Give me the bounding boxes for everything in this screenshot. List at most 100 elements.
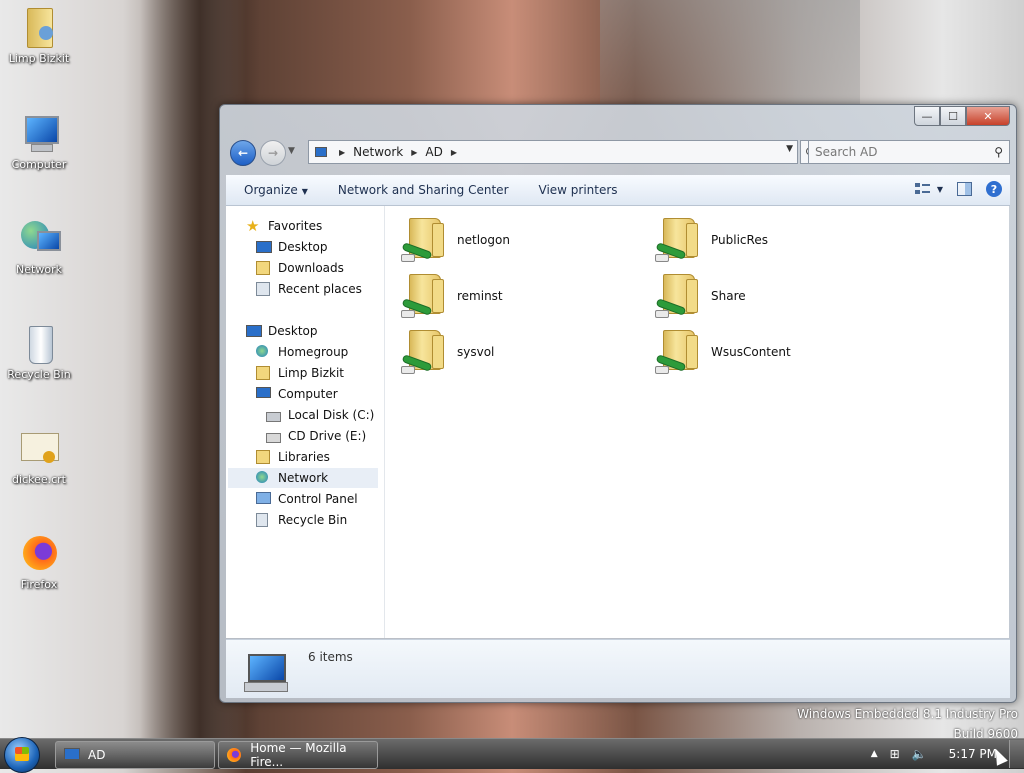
tree-item-label: Local Disk (C:) (288, 408, 375, 422)
network-sharing-center-button[interactable]: Network and Sharing Center (338, 183, 509, 197)
show-desktop-button[interactable] (1009, 740, 1024, 768)
help-icon[interactable]: ? (986, 181, 1002, 197)
organize-label: Organize (244, 183, 298, 197)
tree-item-label: Recent places (278, 282, 362, 296)
desktop-icon-limp-bizkit[interactable]: Limp Bizkit (4, 6, 74, 65)
navigation-bar: ← → ▼ ▶ Network ▶ AD ▶ ▼ ⟳ Search AD ⚲ (228, 139, 1010, 166)
tree-item-desktop[interactable]: Desktop (246, 321, 318, 341)
item-count: 6 items (308, 650, 353, 664)
tree-item-computer[interactable]: Computer (256, 384, 338, 404)
desktop-icon-computer[interactable]: Computer (4, 112, 74, 171)
breadcrumb-separator-icon[interactable]: ▶ (411, 148, 417, 157)
certificate-icon (17, 427, 61, 471)
user-folder-icon (256, 366, 272, 380)
maximize-button[interactable]: ☐ (940, 106, 966, 126)
file-name: reminst (457, 289, 503, 303)
breadcrumb-ad[interactable]: AD (425, 145, 442, 159)
tree-item-network[interactable]: Network (228, 468, 378, 488)
file-name: PublicRes (711, 233, 768, 247)
file-list: netlogon PublicRes reminst Share sysvol … (385, 206, 1009, 638)
tree-item-label: Network (278, 471, 329, 485)
taskbar-item-label: AD (88, 748, 106, 762)
tree-item-label: Desktop (278, 240, 328, 254)
forward-button[interactable]: → (260, 140, 286, 166)
breadcrumb-separator-icon[interactable]: ▶ (451, 148, 457, 157)
shared-folder-sysvol[interactable]: sysvol (401, 328, 494, 376)
shared-folder-publicres[interactable]: PublicRes (655, 216, 768, 264)
arrow-left-icon: ← (237, 146, 249, 160)
shared-folder-netlogon[interactable]: netlogon (401, 216, 510, 264)
tree-item-control-panel[interactable]: Control Panel (256, 489, 358, 509)
window-controls: — ☐ ✕ (914, 106, 1010, 126)
desktop-icon-recycle-bin[interactable]: Recycle Bin (4, 322, 74, 381)
minimize-button[interactable]: — (914, 106, 940, 126)
recycle-bin-icon (17, 322, 61, 366)
tree-item-favorites[interactable]: ★ Favorites (246, 216, 322, 236)
search-icon: ⚲ (994, 145, 1003, 159)
tree-item-downloads[interactable]: Downloads (256, 258, 344, 278)
search-input[interactable]: Search AD (815, 145, 994, 159)
tree-item-desktop-fav[interactable]: Desktop (256, 237, 328, 257)
star-icon: ★ (246, 217, 260, 235)
view-printers-button[interactable]: View printers (539, 183, 618, 197)
command-bar-right: ▼ ? (914, 181, 1002, 197)
address-dropdown-icon[interactable]: ▼ (786, 144, 793, 154)
taskbar-item-label: Home — Mozilla Fire... (250, 741, 347, 769)
shared-folder-icon (655, 216, 705, 264)
tree-item-label: Recycle Bin (278, 513, 348, 527)
shared-folder-share[interactable]: Share (655, 272, 746, 320)
taskbar: AD Home — Mozilla Fire... ▲ ⊞ 🔈 5:17 PM (0, 737, 1024, 773)
explorer-window: — ☐ ✕ ← → ▼ ▶ Network ▶ AD ▶ ▼ ⟳ Search … (219, 104, 1017, 703)
tree-item-label: Limp Bizkit (278, 366, 344, 380)
view-options-icon (914, 182, 931, 196)
desktop-icon-label: Recycle Bin (7, 368, 71, 381)
desktop-icon-certificate[interactable]: dickee.crt (4, 427, 74, 486)
user-folder-icon (17, 6, 61, 50)
address-bar[interactable]: ▶ Network ▶ AD ▶ ▼ (308, 140, 798, 164)
recent-places-icon (256, 282, 272, 296)
tree-item-cd-drive[interactable]: CD Drive (E:) (266, 426, 366, 446)
change-view-button[interactable]: ▼ (914, 182, 943, 196)
tree-item-local-disk[interactable]: Local Disk (C:) (266, 405, 374, 425)
organize-menu[interactable]: Organize ▼ (244, 183, 308, 197)
shared-folder-reminst[interactable]: reminst (401, 272, 503, 320)
taskbar-item-ad[interactable]: AD (55, 741, 215, 769)
tree-item-label: Downloads (278, 261, 344, 275)
navigation-pane: ★ Favorites Desktop Downloads Recent pla… (226, 206, 385, 638)
firefox-icon (227, 748, 242, 762)
show-hidden-icons-icon[interactable]: ▲ (871, 749, 878, 759)
tree-item-label: Control Panel (278, 492, 358, 506)
preview-pane-icon[interactable] (957, 182, 972, 196)
tree-item-label: Desktop (268, 324, 318, 338)
tree-item-label: CD Drive (E:) (288, 429, 367, 443)
tree-item-label: Favorites (268, 219, 323, 233)
shared-folder-icon (655, 272, 705, 320)
back-button[interactable]: ← (230, 140, 256, 166)
wallpaper-highlight (600, 0, 860, 110)
taskbar-item-firefox[interactable]: Home — Mozilla Fire... (218, 741, 378, 769)
tree-item-recent-places[interactable]: Recent places (256, 279, 362, 299)
chevron-down-icon: ▼ (301, 187, 308, 196)
desktop-icon-label: Computer (11, 158, 67, 171)
tree-item-recycle-bin[interactable]: Recycle Bin (256, 510, 347, 530)
network-icon (256, 471, 272, 485)
tree-item-limp-bizkit[interactable]: Limp Bizkit (256, 363, 344, 383)
breadcrumb-network[interactable]: Network (353, 145, 403, 159)
tree-item-homegroup[interactable]: Homegroup (256, 342, 348, 362)
desktop-icon-label: Limp Bizkit (8, 52, 70, 65)
tree-item-libraries[interactable]: Libraries (256, 447, 330, 467)
tree-item-label: Homegroup (278, 345, 349, 359)
desktop-icon-network[interactable]: Network (4, 217, 74, 276)
clock[interactable]: 5:17 PM (949, 747, 997, 761)
desktop-icon-firefox[interactable]: Firefox (4, 532, 74, 591)
search-box[interactable]: Search AD ⚲ (808, 140, 1010, 164)
close-button[interactable]: ✕ (966, 106, 1010, 126)
shared-folder-icon (655, 328, 705, 376)
volume-icon[interactable]: 🔈 (912, 747, 927, 761)
shared-folder-icon (401, 272, 451, 320)
tree-item-label: Computer (278, 387, 338, 401)
network-tray-icon[interactable]: ⊞ (890, 747, 900, 761)
shared-folder-wsuscontent[interactable]: WsusContent (655, 328, 791, 376)
recent-locations-button[interactable]: ▼ (288, 146, 295, 156)
arrow-right-icon: → (267, 146, 279, 160)
